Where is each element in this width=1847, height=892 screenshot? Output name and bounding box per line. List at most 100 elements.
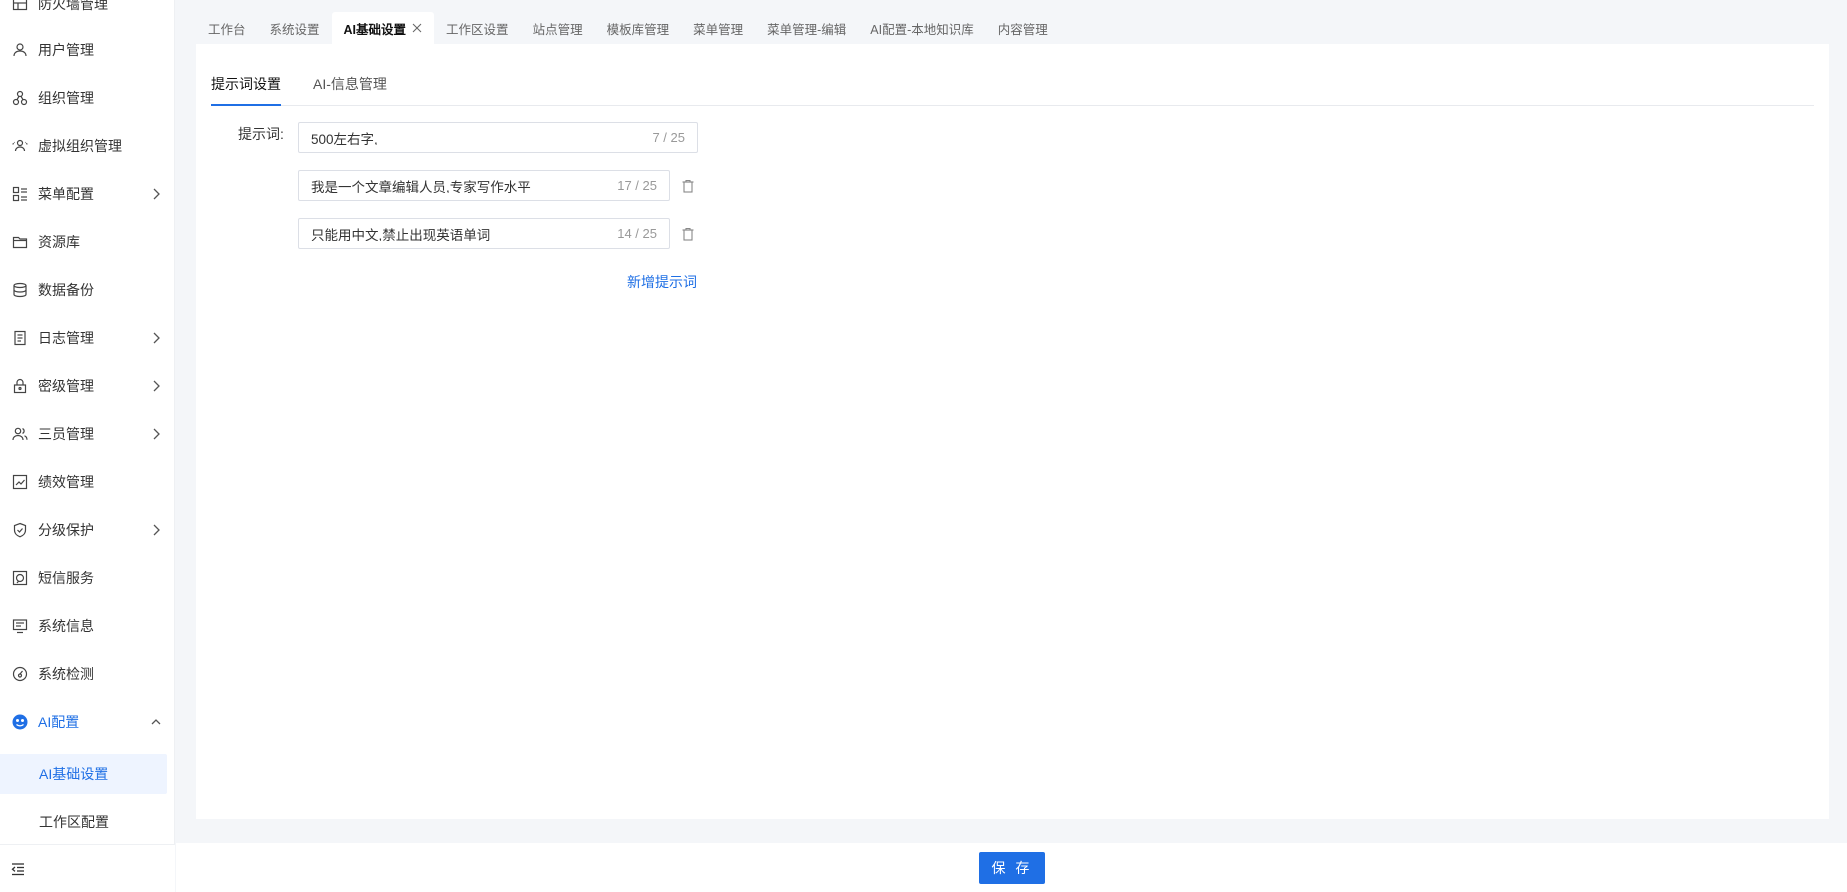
sidebar-item-system-info[interactable]: 系统信息 (0, 606, 175, 646)
save-button[interactable]: 保 存 (979, 852, 1045, 884)
sidebar: 防火墙管理 用户管理 组织管理 虚拟组织管理 菜单配置 资源库 数据备份 日志管… (0, 0, 175, 892)
tab-system-settings[interactable]: 系统设置 (258, 12, 332, 44)
sidebar-item-label: 分级保护 (38, 522, 94, 538)
sidebar-item-firewall[interactable]: 防火墙管理 (0, 0, 175, 24)
sidebar-item-resources[interactable]: 资源库 (0, 222, 175, 262)
folder-icon (12, 234, 28, 250)
prompt-field[interactable] (311, 130, 653, 145)
tab-label: 模板库管理 (606, 22, 670, 37)
tab-ai-basic-settings[interactable]: AI基础设置 (331, 12, 435, 44)
char-count: 14 / 25 (617, 226, 657, 241)
sidebar-subitem-ai-basic[interactable]: AI基础设置 (0, 754, 167, 794)
subtabs: 提示词设置 AI-信息管理 (211, 44, 1814, 106)
sidebar-item-performance[interactable]: 绩效管理 (0, 462, 175, 502)
sidebar-item-logs[interactable]: 日志管理 (0, 318, 175, 358)
prompt-field[interactable] (311, 226, 618, 241)
log-icon (12, 330, 28, 346)
prompt-input-1[interactable]: 7 / 25 (298, 122, 698, 153)
sidebar-item-ai-config[interactable]: AI配置 (0, 702, 175, 742)
chevron-right-icon (153, 428, 160, 440)
user-icon (12, 42, 28, 58)
tab-ai-knowledge-base[interactable]: AI配置-本地知识库 (858, 12, 985, 44)
sidebar-item-label: AI配置 (38, 714, 80, 730)
tab-workbench[interactable]: 工作台 (196, 12, 258, 44)
delete-icon[interactable] (681, 227, 695, 241)
sidebar-item-menu-config[interactable]: 菜单配置 (0, 174, 175, 214)
tab-menu-management[interactable]: 菜单管理 (681, 12, 755, 44)
subtab-label: 提示词设置 (211, 76, 281, 92)
database-icon (12, 282, 28, 298)
tab-label: 菜单管理-编辑 (767, 22, 847, 37)
sidebar-subitem-label: 工作区配置 (39, 814, 109, 830)
sidebar-subitem-workspace[interactable]: 工作区配置 (0, 802, 175, 842)
prompt-input-3[interactable]: 14 / 25 (298, 218, 670, 249)
sms-icon (12, 570, 28, 586)
virtual-org-icon (12, 138, 28, 154)
subtab-label: AI-信息管理 (313, 76, 387, 92)
char-count: 7 / 25 (652, 130, 685, 145)
char-count: 17 / 25 (617, 178, 657, 193)
chevron-right-icon (153, 524, 160, 536)
close-icon[interactable] (412, 23, 422, 33)
prompt-field[interactable] (311, 178, 618, 193)
gauge-icon (12, 666, 28, 682)
performance-icon (12, 474, 28, 490)
add-prompt-link[interactable]: 新增提示词 (627, 272, 697, 292)
prompt-label: 提示词: (238, 126, 284, 142)
lock-icon (12, 378, 28, 394)
sidebar-item-label: 密级管理 (38, 378, 94, 394)
collapse-menu-icon[interactable] (10, 861, 26, 877)
active-subtab-indicator (211, 104, 281, 106)
tab-label: 内容管理 (997, 22, 1048, 37)
shield-icon (12, 522, 28, 538)
sidebar-item-users[interactable]: 用户管理 (0, 30, 175, 70)
ai-icon (12, 714, 28, 730)
tab-menu-edit[interactable]: 菜单管理-编辑 (755, 12, 858, 44)
sidebar-item-label: 系统检测 (38, 666, 94, 682)
org-icon (12, 90, 28, 106)
tab-label: 系统设置 (269, 22, 320, 37)
tab-content-management[interactable]: 内容管理 (986, 12, 1060, 44)
tab-label: 工作区设置 (446, 22, 509, 37)
sidebar-item-system-check[interactable]: 系统检测 (0, 654, 175, 694)
sidebar-item-label: 组织管理 (38, 90, 94, 106)
sidebar-item-label: 虚拟组织管理 (38, 138, 122, 154)
menu-config-icon (12, 186, 28, 202)
delete-icon[interactable] (681, 179, 695, 193)
chevron-right-icon (153, 188, 160, 200)
sidebar-menu: 防火墙管理 用户管理 组织管理 虚拟组织管理 菜单配置 资源库 数据备份 日志管… (0, 0, 175, 845)
sidebar-item-sms[interactable]: 短信服务 (0, 558, 175, 598)
tab-workspace-settings[interactable]: 工作区设置 (434, 12, 521, 44)
tab-site-management[interactable]: 站点管理 (521, 12, 595, 44)
sidebar-item-org[interactable]: 组织管理 (0, 78, 175, 118)
subtab-prompt-settings[interactable]: 提示词设置 (211, 74, 281, 94)
chevron-up-icon (151, 719, 161, 725)
sidebar-item-label: 菜单配置 (38, 186, 94, 202)
sidebar-item-label: 用户管理 (38, 42, 94, 58)
users-icon (12, 426, 28, 442)
tab-label: 站点管理 (532, 22, 583, 37)
sidebar-item-label: 短信服务 (38, 570, 94, 586)
main-card: 提示词设置 AI-信息管理 提示词: 7 / 25 17 / 25 14 / 2… (196, 44, 1829, 819)
tab-label: 菜单管理 (693, 22, 744, 37)
sidebar-item-label: 日志管理 (38, 330, 94, 346)
sidebar-item-label: 系统信息 (38, 618, 94, 634)
subtab-ai-info[interactable]: AI-信息管理 (313, 74, 387, 94)
chevron-right-icon (153, 380, 160, 392)
footer-bar: 保 存 (176, 843, 1847, 892)
sidebar-item-three-admins[interactable]: 三员管理 (0, 414, 175, 454)
sidebar-item-label: 三员管理 (38, 426, 94, 442)
tab-label: AI配置-本地知识库 (870, 22, 974, 37)
tab-template-library[interactable]: 模板库管理 (595, 12, 682, 44)
sidebar-item-label: 绩效管理 (38, 474, 94, 490)
sidebar-item-classification[interactable]: 密级管理 (0, 366, 175, 406)
sidebar-item-label: 数据备份 (38, 282, 94, 298)
table-icon (12, 0, 28, 12)
page-tabs: 工作台 系统设置 AI基础设置 工作区设置 站点管理 模板库管理 菜单管理 菜单… (196, 12, 1060, 44)
sidebar-item-virtual-org[interactable]: 虚拟组织管理 (0, 126, 175, 166)
sidebar-item-label: 资源库 (38, 234, 80, 250)
prompt-input-2[interactable]: 17 / 25 (298, 170, 670, 201)
sidebar-footer (0, 844, 175, 892)
sidebar-item-backup[interactable]: 数据备份 (0, 270, 175, 310)
sidebar-item-protection[interactable]: 分级保护 (0, 510, 175, 550)
